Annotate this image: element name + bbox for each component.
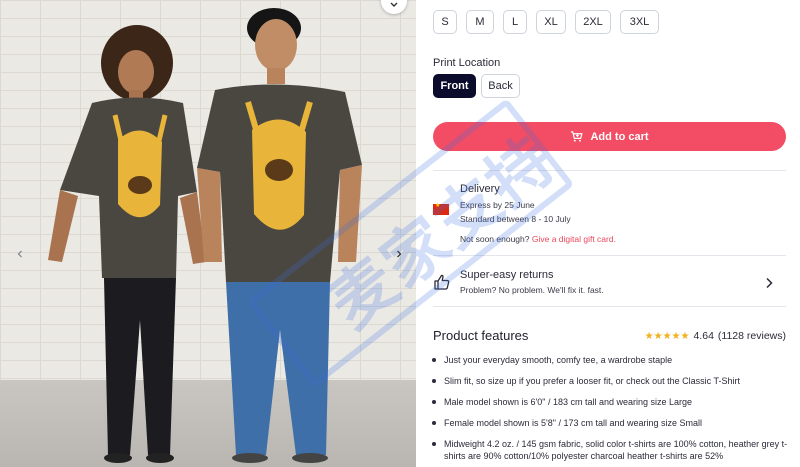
returns-title: Super-easy returns (460, 269, 554, 281)
male-model (197, 8, 362, 463)
size-selector: S M L XL 2XL 3XL (433, 10, 659, 34)
feature-item: Midweight 4.2 oz. / 145 gsm fabric, soli… (432, 439, 788, 461)
gift-card-link[interactable]: Give a digital gift card. (532, 234, 616, 244)
chevron-right-icon (397, 250, 402, 258)
add-to-cart-label: Add to cart (590, 130, 649, 143)
product-image-gallery[interactable] (0, 0, 416, 467)
chevron-right-icon (766, 277, 773, 289)
divider (433, 170, 786, 171)
divider (433, 255, 786, 256)
size-option-2xl[interactable]: 2XL (575, 10, 611, 34)
chevron-down-icon (390, 2, 398, 7)
rating-stars: ★★★★★ (644, 330, 690, 342)
print-location-label: Print Location (433, 57, 501, 69)
print-location-options: Front Back (433, 74, 520, 98)
product-features-list: Just your everyday smooth, comfy tee, a … (432, 354, 789, 462)
delivery-title: Delivery (460, 183, 500, 195)
feature-item: Slim fit, so size up if you prefer a loo… (432, 375, 789, 387)
print-option-front[interactable]: Front (433, 74, 476, 98)
add-to-cart-button[interactable]: Add to cart (433, 122, 786, 151)
thumbs-up-icon (434, 274, 450, 290)
female-model (48, 25, 206, 463)
size-option-3xl[interactable]: 3XL (620, 10, 659, 34)
feature-item: Female model shown is 5'8" / 173 cm tall… (432, 417, 789, 429)
product-photo (48, 8, 362, 463)
size-option-l[interactable]: L (503, 10, 527, 34)
feature-item: Just your everyday smooth, comfy tee, a … (432, 354, 789, 366)
gift-card-line: Not soon enough? Give a digital gift car… (460, 234, 616, 244)
rating-value: 4.64 (693, 330, 714, 342)
returns-subtitle: Problem? No problem. We'll fix it. fast. (460, 285, 604, 295)
size-option-xl[interactable]: XL (536, 10, 566, 34)
returns-row[interactable]: Super-easy returns Problem? No problem. … (433, 267, 786, 299)
feature-item: Male model shown is 6'0" / 183 cm tall a… (432, 396, 789, 408)
standard-delivery-text: Standard between 8 - 10 July (460, 214, 571, 224)
cart-icon (571, 131, 583, 142)
divider (433, 306, 786, 307)
review-count: (1128 reviews) (717, 330, 786, 342)
not-soon-text: Not soon enough? (460, 234, 530, 244)
print-option-back[interactable]: Back (481, 74, 520, 98)
express-delivery-text: Express by 25 June (460, 200, 535, 210)
next-image-button[interactable] (392, 247, 406, 261)
size-option-m[interactable]: M (466, 10, 494, 34)
chevron-left-icon (17, 250, 22, 258)
rating-summary[interactable]: ★★★★★ 4.64 (1128 reviews) (645, 330, 786, 342)
china-flag-icon (433, 202, 449, 215)
size-option-s[interactable]: S (433, 10, 457, 34)
previous-image-button[interactable] (13, 247, 27, 261)
product-features-title: Product features (433, 328, 529, 343)
